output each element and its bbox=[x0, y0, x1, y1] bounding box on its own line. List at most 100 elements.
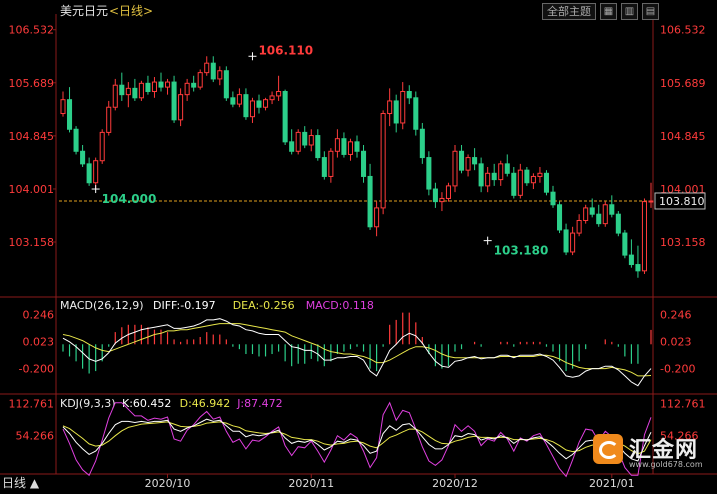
candle-body bbox=[138, 82, 144, 99]
x-tick-label: 2021/01 bbox=[589, 477, 635, 490]
macd-tick-right: 0.246 bbox=[660, 308, 692, 321]
price-tick-left: 103.158 bbox=[9, 236, 55, 249]
candle-body bbox=[602, 204, 608, 225]
kdj-j-line bbox=[62, 401, 652, 478]
candle-body bbox=[426, 157, 432, 190]
candle-body bbox=[537, 172, 543, 177]
candle-body bbox=[432, 188, 438, 203]
macd-diff-line bbox=[62, 318, 652, 387]
kdj-legend-item: J:87.472 bbox=[236, 397, 282, 410]
candle-body bbox=[445, 185, 451, 199]
candle-body bbox=[217, 70, 223, 80]
kdj-legend-item: K:60.452 bbox=[122, 397, 171, 410]
macd-tick-right: 0.023 bbox=[660, 335, 692, 348]
candle-body bbox=[498, 163, 504, 181]
candle-body bbox=[504, 163, 510, 174]
macd-tick-left: -0.200 bbox=[19, 363, 54, 376]
candle-body bbox=[380, 113, 386, 209]
logo-url: www.gold678.com bbox=[629, 460, 703, 469]
price-tick-right: 103.158 bbox=[660, 236, 706, 249]
price-tick-left: 104.001 bbox=[9, 183, 55, 196]
theme-button[interactable]: 全部主题 bbox=[542, 3, 596, 20]
candle-body bbox=[635, 264, 641, 272]
candle-body bbox=[589, 207, 595, 215]
candle-body bbox=[361, 150, 367, 177]
price-tick-right: 106.532 bbox=[660, 24, 706, 37]
candle-body bbox=[511, 172, 517, 196]
candle-body bbox=[524, 169, 530, 184]
toolbar: 全部主题 ▦ ▥ ▤ bbox=[542, 3, 659, 20]
candle-body bbox=[99, 131, 105, 162]
kdj-title: KDJ(9,3,3) bbox=[60, 397, 116, 410]
annotation-label: 104.000 bbox=[102, 192, 157, 206]
logo-icon bbox=[593, 434, 623, 464]
candle-body bbox=[563, 229, 569, 253]
candle-body bbox=[302, 131, 308, 146]
candle-body bbox=[321, 157, 327, 177]
candle-body bbox=[622, 232, 628, 256]
candle-body bbox=[282, 91, 288, 143]
candle-body bbox=[171, 81, 177, 121]
candle-body bbox=[615, 213, 621, 234]
candle-body bbox=[125, 87, 131, 96]
candle-body bbox=[472, 157, 478, 165]
candle-body bbox=[151, 81, 157, 93]
price-tick-right: 104.845 bbox=[660, 130, 706, 143]
kdj-tick-right: 112.761 bbox=[660, 397, 706, 410]
kdj-k-line bbox=[62, 418, 652, 462]
candle-body bbox=[93, 160, 99, 184]
price-tick-right: 105.689 bbox=[660, 77, 706, 90]
candle-body bbox=[347, 141, 353, 155]
period-selector[interactable]: 日线 ▲ bbox=[2, 474, 39, 491]
candle-body bbox=[158, 81, 164, 88]
candle-body bbox=[191, 82, 197, 88]
x-tick-label: 2020/10 bbox=[145, 477, 191, 490]
panel-icon[interactable]: ▥ bbox=[621, 3, 638, 20]
candle-body bbox=[145, 82, 151, 93]
candle-body bbox=[315, 135, 321, 159]
kdj-tick-left: 112.761 bbox=[9, 397, 55, 410]
x-tick-label: 2020/12 bbox=[432, 477, 478, 490]
candle-body bbox=[243, 94, 249, 118]
candle-body bbox=[119, 84, 125, 96]
candle-body bbox=[439, 197, 445, 203]
macd-dea-line bbox=[62, 323, 652, 377]
macd-legend-item: DIFF:-0.197 bbox=[153, 299, 216, 312]
grid-icon[interactable]: ▦ bbox=[600, 3, 617, 20]
price-tick-left: 105.689 bbox=[9, 77, 55, 90]
candle-body bbox=[289, 141, 295, 152]
candle-body bbox=[230, 97, 236, 105]
candle-body bbox=[295, 131, 301, 152]
candle-body bbox=[374, 207, 380, 228]
candle-body bbox=[112, 84, 118, 108]
candle-body bbox=[204, 62, 210, 74]
candle-body bbox=[236, 94, 242, 105]
candle-body bbox=[80, 150, 86, 165]
candle-body bbox=[557, 204, 563, 231]
candle-body bbox=[648, 200, 654, 203]
kdj-tick-left: 54.266 bbox=[16, 430, 55, 443]
annotation-label: 106.110 bbox=[258, 43, 313, 57]
current-price-label: 103.810 bbox=[659, 195, 705, 208]
macd-legend-item: DEA:-0.256 bbox=[233, 299, 295, 312]
candle-body bbox=[406, 91, 412, 99]
macd-tick-left: 0.023 bbox=[23, 335, 55, 348]
candle-body bbox=[165, 81, 171, 88]
kdj-legend-item: D:46.942 bbox=[180, 397, 231, 410]
chart-title: 美元日元 bbox=[60, 4, 108, 18]
candle-body bbox=[530, 175, 536, 184]
candle-body bbox=[641, 201, 647, 272]
candle-body bbox=[256, 100, 262, 108]
candle-body bbox=[452, 150, 458, 187]
candle-body bbox=[583, 207, 589, 221]
expand-icon[interactable]: ▤ bbox=[642, 3, 659, 20]
candle-body bbox=[491, 172, 497, 181]
candle-body bbox=[393, 100, 399, 124]
candle-body bbox=[132, 87, 138, 99]
chart-period: <日线> bbox=[109, 4, 153, 18]
candle-body bbox=[60, 99, 66, 115]
candle-body bbox=[387, 100, 393, 115]
candle-body bbox=[178, 94, 184, 121]
candle-body bbox=[517, 169, 523, 196]
candle-body bbox=[223, 70, 229, 99]
